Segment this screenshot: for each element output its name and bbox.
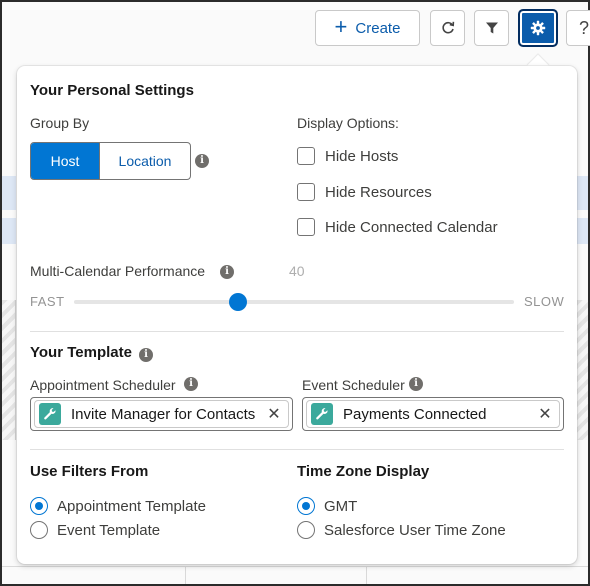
timezone-gmt-label: GMT [324, 497, 358, 515]
timezone-user-label: Salesforce User Time Zone [324, 521, 506, 539]
timezone-user-option[interactable]: Salesforce User Time Zone [297, 521, 506, 539]
section-divider [30, 449, 564, 450]
wrench-icon [39, 403, 61, 425]
group-by-info-icon[interactable]: i [195, 154, 209, 168]
filter-appointment-template-label: Appointment Template [57, 497, 206, 515]
refresh-button[interactable] [430, 10, 465, 46]
hide-hosts-checkbox-row[interactable]: Hide Hosts [297, 147, 398, 165]
group-by-host-option[interactable]: Host [31, 143, 99, 179]
filter-button[interactable] [474, 10, 509, 46]
event-scheduler-label: Event Scheduler [302, 377, 405, 393]
filter-event-template-label: Event Template [57, 521, 161, 539]
filters-title: Use Filters From [30, 463, 149, 480]
plus-icon: + [334, 14, 348, 39]
performance-value: 40 [289, 263, 305, 279]
event-scheduler-value: Payments Connected [343, 405, 487, 423]
filter-appointment-template-option[interactable]: Appointment Template [30, 497, 206, 515]
remove-icon[interactable]: ✕ [266, 404, 282, 424]
appointment-scheduler-info-icon[interactable]: i [184, 377, 198, 391]
personal-settings-title: Your Personal Settings [30, 82, 194, 99]
remove-icon[interactable]: ✕ [537, 404, 553, 424]
display-options-label: Display Options: [297, 115, 399, 131]
filter-appointment-template-radio[interactable] [30, 497, 48, 515]
performance-slider-track[interactable] [74, 300, 514, 304]
hide-hosts-label: Hide Hosts [325, 147, 399, 165]
filter-event-template-option[interactable]: Event Template [30, 521, 160, 539]
group-by-label: Group By [30, 115, 90, 131]
hide-resources-checkbox[interactable] [297, 183, 315, 201]
appointment-scheduler-value: Invite Manager for Contacts [71, 405, 256, 423]
group-by-location-option[interactable]: Location [99, 143, 190, 179]
background-grid-line [185, 566, 186, 584]
appointment-scheduler-lookup[interactable]: Invite Manager for Contacts ✕ [30, 397, 293, 431]
template-info-icon[interactable]: i [139, 348, 153, 362]
create-button[interactable]: + Create [315, 10, 420, 46]
performance-slider-thumb[interactable] [229, 293, 247, 311]
hide-hosts-checkbox[interactable] [297, 147, 315, 165]
event-scheduler-info-icon[interactable]: i [409, 377, 423, 391]
filter-icon [485, 22, 498, 34]
group-by-toggle: Host Location [30, 142, 191, 180]
create-button-label: Create [355, 19, 401, 37]
appointment-scheduler-pill[interactable]: Invite Manager for Contacts ✕ [34, 400, 289, 428]
background-grid-line [2, 566, 588, 567]
hide-connected-calendar-checkbox-row[interactable]: Hide Connected Calendar [297, 218, 498, 236]
timezone-title: Time Zone Display [297, 463, 430, 480]
hide-resources-label: Hide Resources [325, 183, 432, 201]
gear-icon [530, 20, 546, 36]
help-button[interactable]: ? [566, 10, 590, 46]
wrench-icon [311, 403, 333, 425]
slider-fast-label: FAST [30, 294, 65, 309]
help-icon: ? [579, 17, 590, 38]
template-title: Your Template [30, 344, 132, 361]
hide-resources-checkbox-row[interactable]: Hide Resources [297, 183, 432, 201]
performance-label: Multi-Calendar Performance [30, 263, 206, 279]
settings-button[interactable] [518, 9, 558, 47]
timezone-gmt-option[interactable]: GMT [297, 497, 357, 515]
settings-popover: Your Personal Settings Group By Host Loc… [17, 66, 577, 564]
background-hatched-area [2, 300, 16, 440]
background-grid-line [366, 566, 367, 584]
background-row-highlight [2, 218, 16, 244]
refresh-icon [441, 21, 454, 34]
timezone-gmt-radio[interactable] [297, 497, 315, 515]
background-row-highlight [2, 176, 16, 210]
slider-slow-label: SLOW [524, 294, 565, 309]
event-scheduler-lookup[interactable]: Payments Connected ✕ [302, 397, 564, 431]
hide-connected-calendar-label: Hide Connected Calendar [325, 218, 498, 236]
timezone-user-radio[interactable] [297, 521, 315, 539]
appointment-scheduler-label: Appointment Scheduler [30, 377, 176, 393]
hide-connected-calendar-checkbox[interactable] [297, 218, 315, 236]
filter-event-template-radio[interactable] [30, 521, 48, 539]
background-hatched-area [576, 300, 588, 440]
section-divider [30, 331, 564, 332]
performance-info-icon[interactable]: i [220, 265, 234, 279]
event-scheduler-pill[interactable]: Payments Connected ✕ [306, 400, 560, 428]
